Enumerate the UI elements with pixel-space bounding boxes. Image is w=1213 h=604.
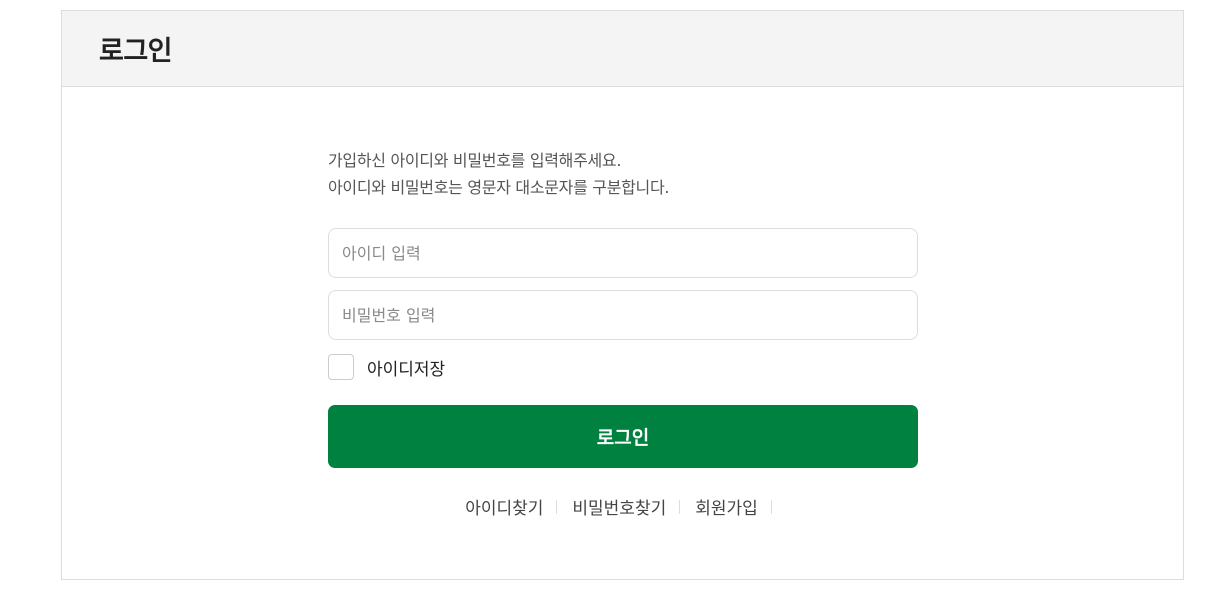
link-divider xyxy=(770,499,772,514)
link-divider xyxy=(556,499,558,514)
login-button[interactable]: 로그인 xyxy=(328,405,918,468)
save-id-checkbox[interactable] xyxy=(328,354,354,380)
login-panel: 로그인 가입하신 아이디와 비밀번호를 입력해주세요. 아이디와 비밀번호는 영… xyxy=(61,10,1184,580)
save-id-label[interactable]: 아이디저장 xyxy=(367,355,445,380)
description-line-1: 가입하신 아이디와 비밀번호를 입력해주세요. xyxy=(328,151,622,170)
login-description: 가입하신 아이디와 비밀번호를 입력해주세요. 아이디와 비밀번호는 영문자 대… xyxy=(328,147,918,201)
account-links: 아이디찾기 비밀번호찾기 회원가입 xyxy=(328,494,918,519)
link-divider xyxy=(679,499,681,514)
password-input[interactable] xyxy=(328,290,918,340)
find-id-link[interactable]: 아이디찾기 xyxy=(465,494,543,519)
panel-header: 로그인 xyxy=(62,11,1183,87)
find-password-link[interactable]: 비밀번호찾기 xyxy=(572,494,666,519)
page-title: 로그인 xyxy=(99,36,173,67)
login-form: 가입하신 아이디와 비밀번호를 입력해주세요. 아이디와 비밀번호는 영문자 대… xyxy=(328,147,918,519)
user-id-input[interactable] xyxy=(328,228,918,278)
signup-link[interactable]: 회원가입 xyxy=(695,494,758,519)
description-line-2: 아이디와 비밀번호는 영문자 대소문자를 구분합니다. xyxy=(328,178,670,197)
save-id-row: 아이디저장 xyxy=(328,353,918,381)
